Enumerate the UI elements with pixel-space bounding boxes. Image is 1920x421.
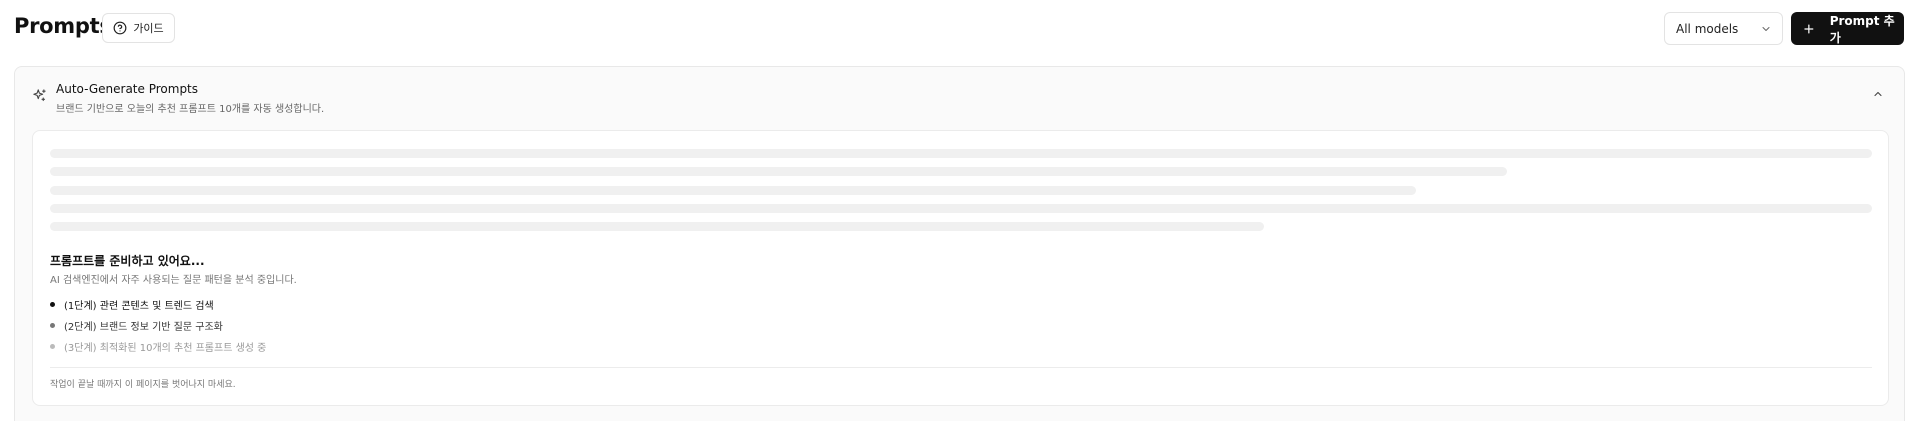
footer-note: 작업이 끝날 때까지 이 페이지를 벗어나지 마세요.: [50, 380, 236, 390]
step-label: (3단계) 최적화된 10개의 추천 프롬프트 생성 중: [64, 343, 267, 354]
step-label: (1단계) 관련 콘텐츠 및 트렌드 검색: [64, 301, 214, 312]
skeleton-line: [50, 167, 1507, 176]
divider: [50, 367, 1872, 368]
step-item: (1단계) 관련 콘텐츠 및 트렌드 검색: [50, 294, 650, 315]
chevron-up-icon: [1874, 91, 1882, 97]
step-list: (1단계) 관련 콘텐츠 및 트렌드 검색 (2단계) 브랜드 정보 기반 질문…: [50, 294, 650, 357]
loading-card: 프롬프트를 준비하고 있어요... AI 검색엔진에서 자주 사용되는 질문 패…: [32, 130, 1889, 406]
skeleton-line: [50, 204, 1872, 213]
plus-icon: [1804, 23, 1814, 34]
add-prompt-button-label: Prompt 추가: [1829, 13, 1895, 45]
page-title: Prompts: [14, 14, 112, 38]
step-label: (2단계) 브랜드 정보 기반 질문 구조화: [64, 322, 223, 333]
chevron-down-icon: [1762, 27, 1770, 31]
skeleton-line: [50, 222, 1264, 231]
loading-title: 프롬프트를 준비하고 있어요...: [50, 254, 205, 268]
step-status-dot: [50, 344, 55, 349]
guide-button-label: 가이드: [133, 22, 164, 35]
step-item: (3단계) 최적화된 10개의 추천 프롬프트 생성 중: [50, 336, 650, 357]
page-header: Prompts 가이드 All models Prompt 추가: [0, 0, 1920, 55]
model-select[interactable]: All models: [1664, 12, 1783, 45]
auto-generate-panel: Auto-Generate Prompts 브랜드 기반으로 오늘의 추천 프롬…: [14, 66, 1905, 421]
loading-description: AI 검색엔진에서 자주 사용되는 질문 패턴을 분석 중입니다.: [50, 275, 297, 286]
step-item: (2단계) 브랜드 정보 기반 질문 구조화: [50, 315, 650, 336]
skeleton-line: [50, 186, 1416, 195]
panel-subtitle: 브랜드 기반으로 오늘의 추천 프롬프트 10개를 자동 생성합니다.: [56, 104, 325, 115]
skeleton-line: [50, 149, 1872, 158]
collapse-button[interactable]: [1870, 86, 1886, 102]
add-prompt-button[interactable]: Prompt 추가: [1791, 12, 1904, 45]
panel-title: Auto-Generate Prompts: [56, 82, 199, 96]
model-select-value: All models: [1676, 21, 1739, 36]
step-status-dot: [50, 302, 55, 307]
step-status-dot: [50, 323, 55, 328]
sparkles-icon: [33, 89, 46, 102]
guide-button[interactable]: 가이드: [102, 13, 175, 43]
help-circle-icon: [113, 21, 127, 35]
